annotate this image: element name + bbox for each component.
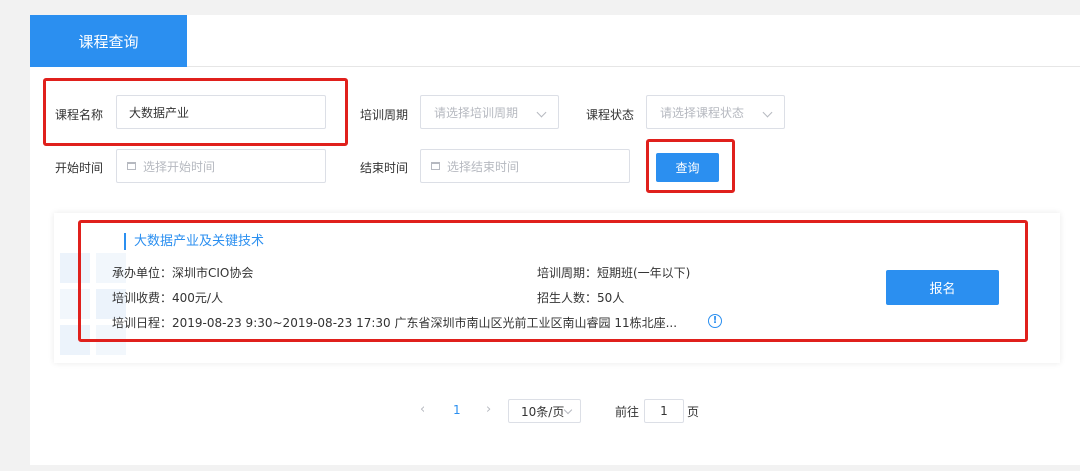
goto-label: 前往 [615,405,640,419]
start-time-placeholder: 选择开始时间 [143,159,216,174]
end-time-label: 结束时间 [360,161,409,175]
chevron-right-icon[interactable]: › [486,402,491,417]
chevron-down-icon [563,405,573,415]
page-size-select[interactable]: 10条/页 [508,399,581,423]
highlight-box-query-button [646,139,735,193]
chevron-down-icon [762,107,773,118]
goto-page-input[interactable]: 1 [644,399,684,423]
chevron-left-icon[interactable]: ‹ [420,402,425,417]
tab-bar: 课程查询 [30,15,1080,67]
chevron-down-icon [536,107,547,118]
course-status-label: 课程状态 [586,108,635,122]
training-period-placeholder: 请选择培训周期 [434,105,519,120]
training-period-select[interactable]: 请选择培训周期 [420,95,559,129]
calendar-icon [127,162,136,170]
page-number-current[interactable]: 1 [453,403,461,417]
start-time-picker[interactable]: 选择开始时间 [116,149,326,183]
training-period-label: 培训周期 [360,108,409,122]
tab-course-query[interactable]: 课程查询 [30,15,187,67]
page-unit-label: 页 [687,405,700,419]
highlight-box-course-name [43,78,348,146]
start-time-label: 开始时间 [55,161,104,175]
end-time-picker[interactable]: 选择结束时间 [420,149,630,183]
highlight-box-course-card [78,220,1028,342]
course-status-select[interactable]: 请选择课程状态 [646,95,785,129]
course-status-placeholder: 请选择课程状态 [660,105,745,120]
end-time-placeholder: 选择结束时间 [447,159,520,174]
calendar-icon [431,162,440,170]
page-size-value: 10条/页 [521,404,565,419]
goto-page-value: 1 [660,404,668,418]
